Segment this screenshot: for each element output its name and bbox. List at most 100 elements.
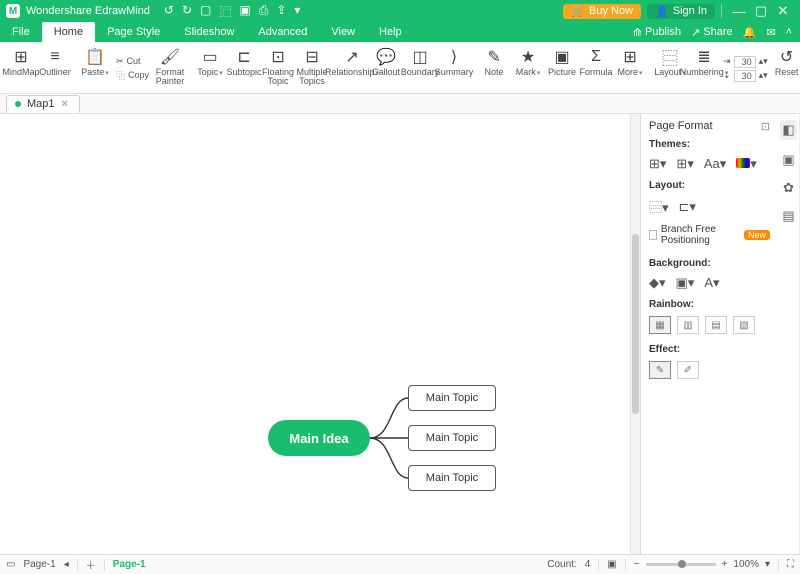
main-topic-1[interactable]: Main Topic [408,385,496,411]
export-icon[interactable]: ⇪ [276,3,286,20]
bg-color-icon[interactable]: ◆▾ [649,275,666,291]
panel-tab-outline-icon[interactable]: ▣ [782,152,794,168]
work-area: Main Idea Main Topic Main Topic Main Top… [0,114,800,554]
open-icon[interactable]: ⿸ [219,3,231,20]
boundary-button[interactable]: ◫Boundary [403,44,437,93]
publish-button[interactable]: ⟰ Publish [633,26,681,39]
mindmap-view-button[interactable]: ⊞MindMap [4,44,38,93]
panel-pin-icon[interactable]: ⊡ [761,120,770,133]
panel-tab-clipart-icon[interactable]: ▤ [782,208,794,224]
note-button[interactable]: ✎Note [477,44,511,93]
more-button[interactable]: ⊞More [613,44,647,93]
cart-icon: 🛒 [571,5,585,18]
rainbow-opt-1[interactable]: ▦ [649,316,671,334]
zoom-in-icon[interactable]: + [722,559,728,570]
floating-topic-button[interactable]: ⊡Floating Topic [261,44,295,93]
minimize-button[interactable]: ― [728,4,750,19]
zoom-slider[interactable] [646,563,716,566]
effect-opt-2[interactable]: ✐ [677,361,699,379]
relationship-button[interactable]: ↗Relationship [335,44,369,93]
ribbon: ⊞MindMap ≡Outliner 📋Paste ✂Cut ⿻Copy 🖌Fo… [0,42,800,94]
numbering-button[interactable]: ≣Numbering [687,44,721,93]
title-bar: M Wondershare EdrawMind ↺ ↻ ▢ ⿸ ▣ ⎙ ⇪ ▾ … [0,0,800,22]
menu-home[interactable]: Home [42,22,95,42]
prev-page-icon[interactable]: ◂ [64,559,69,570]
branch-style-icon[interactable]: ⊏▾ [679,199,696,215]
buy-now-button[interactable]: 🛒Buy Now [563,4,641,19]
mark-button[interactable]: ★Mark [511,44,545,93]
rainbow-opt-2[interactable]: ▥ [677,316,699,334]
share-button[interactable]: ↗ Share [691,26,733,39]
zoom-out-icon[interactable]: − [634,559,640,570]
bg-watermark-icon[interactable]: A▾ [704,275,719,291]
new-badge: New [744,230,770,240]
theme-style-1-icon[interactable]: ⊞▾ [649,156,666,172]
new-icon[interactable]: ▢ [200,3,211,20]
central-topic[interactable]: Main Idea [268,420,370,456]
collapse-ribbon-icon[interactable]: ˄ [786,26,792,38]
status-count-label: Count: [547,559,576,570]
layout-type-icon[interactable]: ⿳▾ [649,197,669,216]
main-topic-2[interactable]: Main Topic [408,425,496,451]
canvas[interactable]: Main Idea Main Topic Main Topic Main Top… [0,114,630,554]
topic-button[interactable]: ▭Topic [193,44,227,93]
outliner-view-button[interactable]: ≡Outliner [38,44,72,93]
menu-view[interactable]: View [319,22,367,42]
reset-button[interactable]: ↺Reset [770,44,800,93]
zoom-dropdown-icon[interactable]: ▾ [765,559,770,570]
add-page-icon[interactable]: ＋ [86,557,96,572]
menu-help[interactable]: Help [367,22,414,42]
panel-tab-format-icon[interactable]: ◧ [780,120,796,140]
copy-button[interactable]: ⿻Copy [116,69,149,82]
page-list-icon[interactable]: ▭ [6,559,15,570]
undo-icon[interactable]: ↺ [164,3,174,20]
bg-image-icon[interactable]: ▣▾ [676,275,695,291]
fit-page-icon[interactable]: ▣ [607,559,616,570]
maximize-button[interactable]: ▢ [750,3,772,19]
subtopic-button[interactable]: ⊏Subtopic [227,44,261,93]
hspacing-field[interactable]: ⇥ 30 ▴▾ [723,56,768,68]
rainbow-opt-3[interactable]: ▤ [705,316,727,334]
feedback-icon[interactable]: ✉ [766,26,775,39]
panel-title: Page Format [649,120,713,133]
format-painter-button[interactable]: 🖌Format Painter [153,44,187,93]
menu-file[interactable]: File [0,22,42,42]
vertical-scrollbar[interactable] [630,114,640,554]
redo-icon[interactable]: ↻ [182,3,192,20]
save-icon[interactable]: ▣ [239,3,250,20]
qat-dropdown-icon[interactable]: ▾ [294,3,300,20]
fullscreen-icon[interactable]: ⛶ [787,559,794,570]
summary-button[interactable]: ⟩Summary [437,44,471,93]
zoom-value: 100% [733,559,759,570]
menu-page-style[interactable]: Page Style [95,22,172,42]
callout-button[interactable]: 💬Callout [369,44,403,93]
menu-slideshow[interactable]: Slideshow [172,22,246,42]
menu-advanced[interactable]: Advanced [246,22,319,42]
sign-in-button[interactable]: 👤Sign In [647,4,715,19]
paste-button[interactable]: 📋Paste [78,44,112,93]
multiple-topics-button[interactable]: ⊟Multiple Topics [295,44,329,93]
side-panel: Page Format⊡ Themes: ⊞▾ ⊞▾ Aa▾ ▾ Layout:… [640,114,800,554]
theme-font-icon[interactable]: Aa▾ [704,156,726,172]
picture-button[interactable]: ▣Picture [545,44,579,93]
copy-icon: ⿻ [116,69,125,82]
main-topic-3[interactable]: Main Topic [408,465,496,491]
tab-dot-icon [15,101,21,107]
rainbow-opt-4[interactable]: ▧ [733,316,755,334]
panel-tab-icons-icon[interactable]: ✿ [783,180,794,196]
section-background: Background: [649,258,770,269]
print-icon[interactable]: ⎙ [259,3,269,20]
theme-style-2-icon[interactable]: ⊞▾ [676,156,693,172]
branch-free-checkbox[interactable]: Branch Free Positioning New [649,224,770,246]
cut-button[interactable]: ✂Cut [116,56,149,67]
tab-close-icon[interactable]: ✕ [61,99,69,110]
formula-button[interactable]: ΣFormula [579,44,613,93]
section-effect: Effect: [649,344,770,355]
app-title: Wondershare EdrawMind [26,5,150,17]
close-button[interactable]: ✕ [772,3,794,19]
notification-icon[interactable]: 🔔 [743,26,757,39]
effect-opt-1[interactable]: ✎ [649,361,671,379]
tab-map1[interactable]: Map1 ✕ [6,95,80,113]
theme-color-icon[interactable]: ▾ [736,156,757,172]
vspacing-field[interactable]: ⇣ 30 ▴▾ [723,70,768,82]
